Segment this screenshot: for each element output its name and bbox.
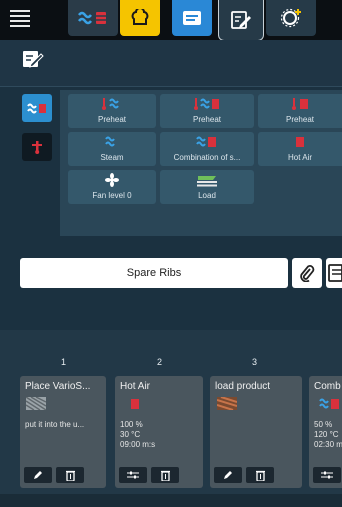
thermometer-hot-air-icon bbox=[258, 97, 342, 111]
tray-image-icon bbox=[25, 396, 47, 411]
bottom-strip bbox=[0, 494, 342, 507]
paperclip-icon bbox=[300, 265, 315, 282]
step-number: 2 bbox=[157, 357, 163, 367]
step-number: 1 bbox=[61, 357, 67, 367]
step-tile-preheat-combi[interactable]: Preheat bbox=[160, 94, 254, 128]
steam-icon bbox=[68, 135, 156, 149]
step-card-title: load product bbox=[215, 381, 271, 392]
step-tile-label: Preheat bbox=[285, 115, 315, 124]
step-tile-combination[interactable]: Combination of s... bbox=[160, 132, 254, 166]
document-button[interactable] bbox=[326, 258, 342, 288]
step-card-info: put it into the u... bbox=[25, 420, 85, 429]
trash-icon bbox=[65, 470, 75, 481]
tab-settings[interactable] bbox=[266, 0, 316, 36]
steam-heat-icon bbox=[27, 103, 46, 114]
food-image-icon bbox=[216, 396, 238, 411]
attachment-button[interactable] bbox=[292, 258, 322, 288]
step-number: 3 bbox=[252, 357, 258, 367]
step-tile-fan-level[interactable]: Fan level 0 bbox=[68, 170, 156, 204]
pencil-icon bbox=[34, 471, 42, 479]
step-card-3[interactable]: load product bbox=[210, 376, 302, 488]
hot-air-icon bbox=[129, 397, 149, 410]
delete-step-button[interactable] bbox=[56, 467, 84, 483]
load-tray-icon bbox=[160, 173, 254, 187]
step-settings-button[interactable] bbox=[119, 467, 147, 483]
step-settings-button[interactable] bbox=[313, 467, 341, 483]
hamburger-menu-icon[interactable] bbox=[10, 10, 30, 28]
step-selection-grid: Preheat Preheat Preheat Steam Combinatio… bbox=[60, 90, 342, 236]
step-tile-label: Steam bbox=[100, 153, 124, 162]
step-tile-label: Fan level 0 bbox=[92, 191, 132, 200]
combi-steam-icon bbox=[160, 135, 254, 149]
preheat-filter-button[interactable] bbox=[22, 133, 52, 161]
tab-cooking-mode[interactable] bbox=[68, 0, 118, 36]
edit-document-icon bbox=[231, 11, 251, 29]
step-card-title: Comb bbox=[314, 381, 341, 392]
step-card-info: 50 % 120 °C 02:30 m bbox=[314, 420, 342, 449]
step-tile-label: Preheat bbox=[97, 115, 127, 124]
delete-step-button[interactable] bbox=[151, 467, 179, 483]
step-tile-label: Load bbox=[198, 191, 216, 200]
tab-cookbook[interactable] bbox=[172, 0, 212, 36]
step-card-info: 100 % 30 °C 09:00 m:s bbox=[120, 420, 156, 449]
edit-step-button[interactable] bbox=[24, 467, 52, 483]
step-tile-label: Hot Air bbox=[287, 153, 312, 162]
step-tile-preheat-steam[interactable]: Preheat bbox=[68, 94, 156, 128]
tab-chef-programs[interactable] bbox=[120, 0, 160, 36]
document-icon bbox=[328, 264, 342, 282]
trash-icon bbox=[255, 470, 265, 481]
step-tile-steam[interactable]: Steam bbox=[68, 132, 156, 166]
thermometer-icon bbox=[32, 141, 42, 154]
edit-step-button[interactable] bbox=[214, 467, 242, 483]
thermometer-steam-icon bbox=[68, 97, 156, 111]
sliders-icon bbox=[127, 471, 139, 479]
chef-hat-icon bbox=[131, 9, 149, 25]
gear-plus-icon bbox=[280, 8, 301, 28]
cooking-steps-filter-button[interactable] bbox=[22, 94, 52, 122]
step-tile-preheat-hot-air[interactable]: Preheat bbox=[258, 94, 342, 128]
step-tile-label: Combination of s... bbox=[173, 153, 241, 162]
step-card-title: Place VarioS... bbox=[25, 381, 91, 392]
tab-program-editor[interactable] bbox=[218, 0, 264, 41]
step-card-4[interactable]: Comb 50 % 120 °C 02:30 m bbox=[309, 376, 342, 488]
combi-steam-icon bbox=[319, 397, 339, 410]
hot-air-icon bbox=[258, 135, 342, 149]
step-list-spacer bbox=[0, 300, 342, 330]
step-card-1[interactable]: Place VarioS... put it into the u... bbox=[20, 376, 106, 488]
fan-icon bbox=[68, 173, 156, 187]
editor-header bbox=[0, 40, 342, 87]
step-tile-label: Preheat bbox=[192, 115, 222, 124]
pencil-icon bbox=[224, 471, 232, 479]
trash-icon bbox=[160, 470, 170, 481]
edit-program-icon[interactable] bbox=[22, 49, 44, 74]
step-tile-hot-air[interactable]: Hot Air bbox=[258, 132, 342, 166]
steam-heat-icon bbox=[78, 11, 106, 25]
thermometer-combi-icon bbox=[160, 97, 254, 111]
step-card-title: Hot Air bbox=[120, 381, 151, 392]
step-tile-load[interactable]: Load bbox=[160, 170, 254, 204]
top-tab-bar bbox=[0, 0, 342, 41]
list-icon bbox=[183, 11, 201, 25]
program-name-value: Spare Ribs bbox=[126, 267, 182, 279]
step-card-2[interactable]: Hot Air 100 % 30 °C 09:00 m:s bbox=[115, 376, 203, 488]
delete-step-button[interactable] bbox=[246, 467, 274, 483]
program-name-field[interactable]: Spare Ribs bbox=[20, 258, 288, 288]
sliders-icon bbox=[321, 471, 333, 479]
